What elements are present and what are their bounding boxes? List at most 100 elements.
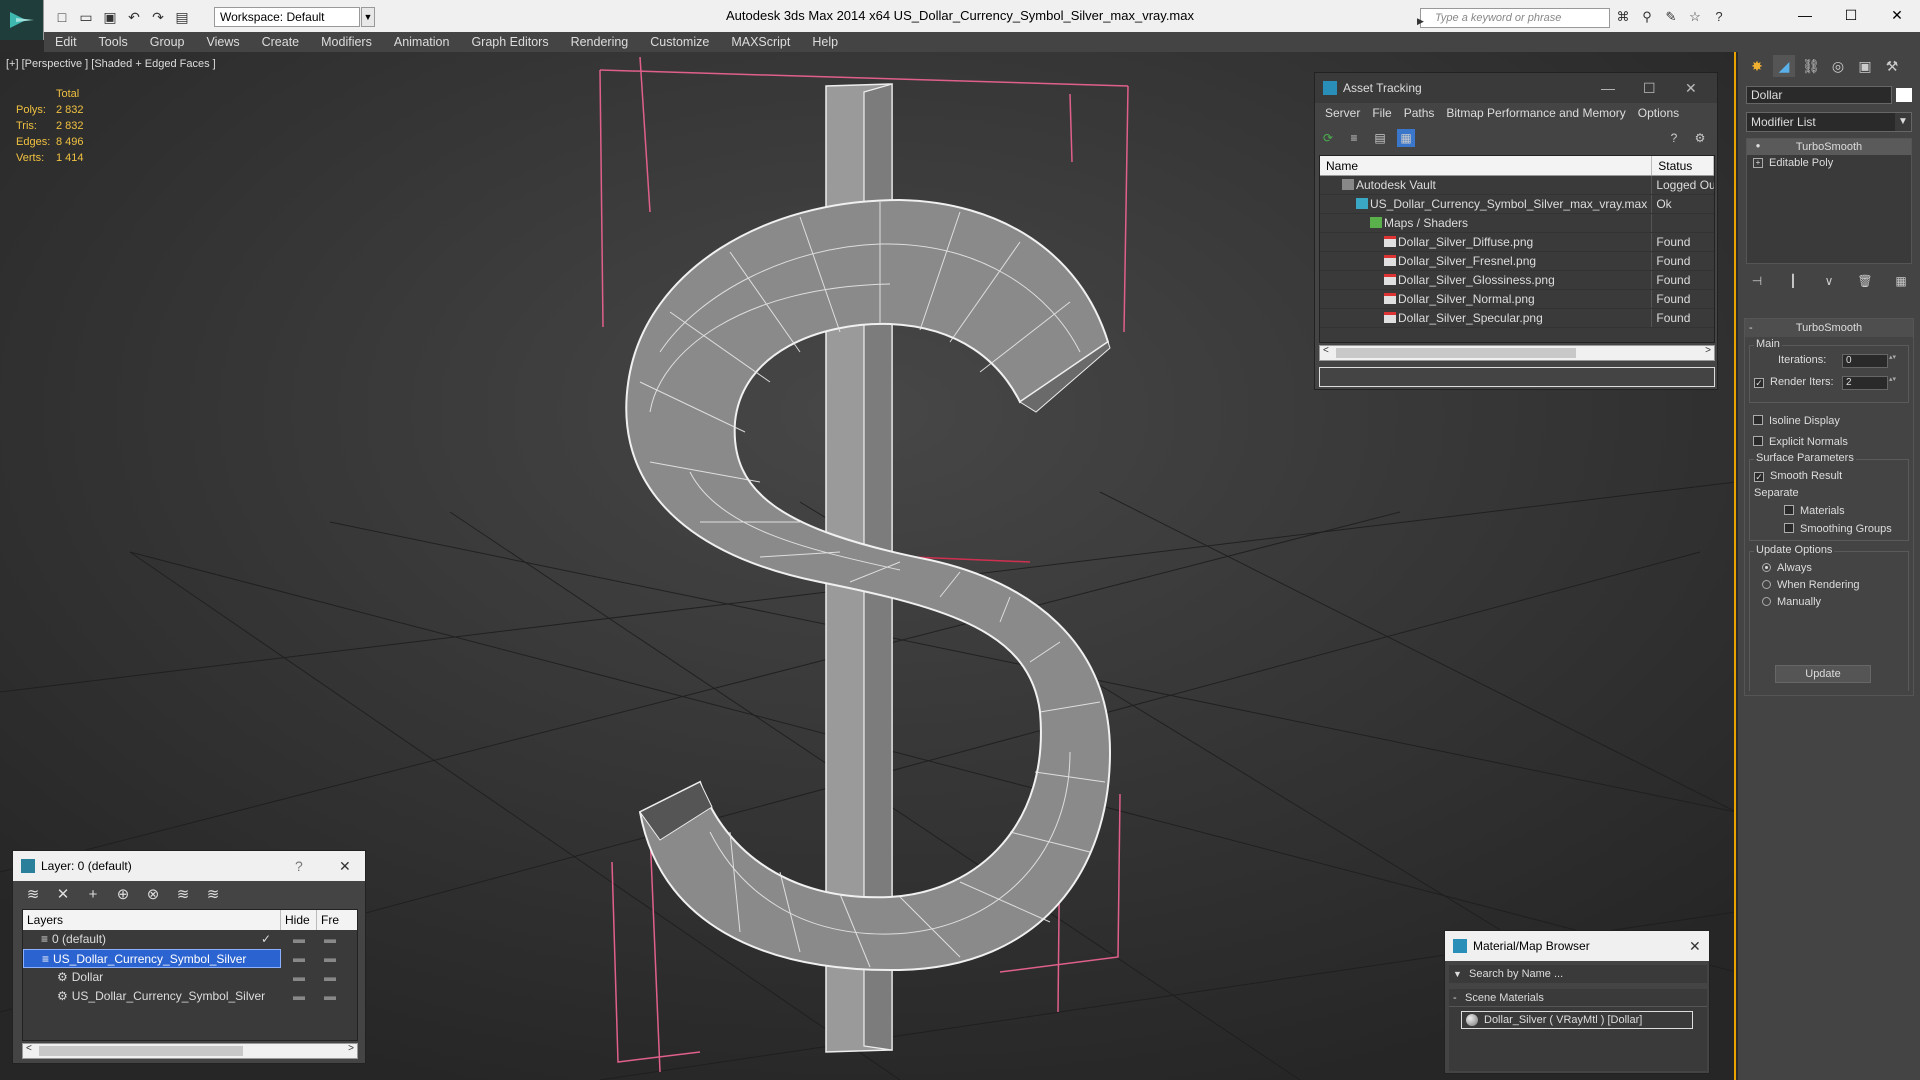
menu-maxscript[interactable]: MAXScript: [720, 32, 801, 52]
material-map-browser-window[interactable]: Material/Map Browser ✕ ▼ Search by Name …: [1444, 930, 1710, 1074]
menu-graph-editors[interactable]: Graph Editors: [460, 32, 559, 52]
collapse-minus-icon[interactable]: -: [1749, 319, 1753, 337]
manually-radio[interactable]: [1762, 597, 1771, 606]
table-row[interactable]: Dollar_Silver_Fresnel.png Found: [1320, 252, 1714, 271]
refresh-icon[interactable]: ⟳: [1319, 129, 1337, 147]
column-hide[interactable]: Hide: [281, 910, 317, 930]
help-button[interactable]: ?: [295, 851, 303, 881]
asset-path-field[interactable]: [1319, 367, 1715, 387]
help-icon[interactable]: ?: [1665, 129, 1683, 147]
context-help-icon[interactable]: ⚙: [1691, 129, 1709, 147]
remove-modifier-icon[interactable]: 🗑: [1854, 270, 1876, 292]
menu-create[interactable]: Create: [251, 32, 311, 52]
table-row[interactable]: Dollar_Silver_Diffuse.png Found: [1320, 233, 1714, 252]
create-tab-icon[interactable]: ✸: [1746, 55, 1768, 77]
freeze-toggle[interactable]: ▬: [317, 987, 343, 1006]
menu-animation[interactable]: Animation: [383, 32, 461, 52]
layer-titlebar[interactable]: Layer: 0 (default) ? ✕: [13, 851, 365, 881]
chevron-down-icon[interactable]: ▼: [1453, 965, 1462, 983]
menu-bitmap-performance[interactable]: Bitmap Performance and Memory: [1440, 106, 1631, 120]
menu-server[interactable]: Server: [1319, 106, 1366, 120]
make-unique-icon[interactable]: ∨: [1818, 270, 1840, 292]
hide-toggle[interactable]: ▬: [281, 968, 317, 987]
hide-toggle[interactable]: ▬: [281, 930, 317, 949]
delete-layer-icon[interactable]: ✕: [53, 885, 73, 905]
table-row[interactable]: Dollar_Silver_Normal.png Found: [1320, 290, 1714, 309]
add-to-layer-icon[interactable]: +: [83, 885, 103, 905]
hide-toggle[interactable]: ▬: [281, 987, 317, 1006]
layer-row[interactable]: ≡ US_Dollar_Currency_Symbol_Silver ▬ ▬: [23, 949, 357, 968]
list-view-icon[interactable]: ≡: [1345, 129, 1363, 147]
utilities-tab-icon[interactable]: ⚒: [1881, 55, 1903, 77]
column-layers[interactable]: Layers: [23, 910, 281, 930]
configure-sets-icon[interactable]: ▦: [1890, 270, 1912, 292]
table-row[interactable]: Dollar_Silver_Specular.png Found: [1320, 309, 1714, 328]
update-button[interactable]: Update: [1775, 665, 1871, 683]
menu-customize[interactable]: Customize: [639, 32, 720, 52]
smooth-result-checkbox[interactable]: ✓: [1754, 472, 1764, 482]
scroll-right-icon[interactable]: >: [348, 1043, 354, 1054]
select-layer-icon[interactable]: ⊕: [113, 885, 133, 905]
render-iters-checkbox[interactable]: ✓: [1754, 378, 1764, 388]
scroll-left-icon[interactable]: <: [26, 1043, 32, 1054]
isoline-checkbox[interactable]: [1753, 415, 1763, 425]
table-row[interactable]: Autodesk Vault Logged Ou: [1320, 176, 1714, 195]
layer-explorer-window[interactable]: Layer: 0 (default) ? ✕ ≋ ✕ + ⊕ ⊗ ≋ ≋ Lay…: [12, 850, 366, 1064]
table-row[interactable]: US_Dollar_Currency_Symbol_Silver_max_vra…: [1320, 195, 1714, 214]
scrollbar-thumb[interactable]: [1336, 348, 1576, 358]
freeze-all-icon[interactable]: ≋: [203, 885, 223, 905]
light-bulb-icon[interactable]: ●: [1753, 142, 1763, 152]
asset-tracking-window[interactable]: Asset Tracking — ☐ ✕ Server File Paths B…: [1314, 72, 1718, 390]
material-search-input[interactable]: ▼ Search by Name ...: [1449, 965, 1707, 983]
menu-edit[interactable]: Edit: [44, 32, 88, 52]
asset-tracking-titlebar[interactable]: Asset Tracking — ☐ ✕: [1315, 73, 1717, 103]
layer-row[interactable]: ⚙ Dollar ▬ ▬: [23, 968, 357, 987]
close-button[interactable]: ✕: [1874, 0, 1920, 30]
close-button[interactable]: ✕: [339, 851, 351, 881]
table-row[interactable]: Dollar_Silver_Glossiness.png Found: [1320, 271, 1714, 290]
table-row[interactable]: Maps / Shaders: [1320, 214, 1714, 233]
binoculars-icon[interactable]: ⌘: [1614, 8, 1632, 26]
scroll-left-icon[interactable]: <: [1323, 345, 1329, 356]
display-tab-icon[interactable]: ▣: [1854, 55, 1876, 77]
horizontal-scrollbar[interactable]: < >: [22, 1043, 358, 1059]
always-radio[interactable]: [1762, 563, 1771, 572]
render-iters-spinner[interactable]: 2: [1842, 376, 1899, 390]
expand-plus-icon[interactable]: +: [1753, 158, 1763, 168]
freeze-toggle[interactable]: ▬: [317, 930, 343, 949]
object-color-swatch[interactable]: [1896, 88, 1912, 102]
highlight-layer-icon[interactable]: ⊗: [143, 885, 163, 905]
scene-materials-category[interactable]: - Scene Materials: [1449, 989, 1707, 1007]
layer-row[interactable]: ≡ 0 (default) ✓ ▬ ▬: [23, 930, 357, 949]
hide-all-icon[interactable]: ≋: [173, 885, 193, 905]
when-rendering-radio[interactable]: [1762, 580, 1771, 589]
menu-help[interactable]: Help: [801, 32, 849, 52]
scrollbar-thumb[interactable]: [39, 1046, 243, 1056]
menu-file[interactable]: File: [1366, 106, 1397, 120]
menu-modifiers[interactable]: Modifiers: [310, 32, 383, 52]
column-freeze[interactable]: Fre: [317, 910, 343, 930]
favorites-star-icon[interactable]: ☆: [1686, 8, 1704, 26]
search-input[interactable]: ▶ Type a keyword or phrase: [1417, 8, 1610, 28]
close-button[interactable]: ✕: [1685, 73, 1697, 103]
show-end-result-icon[interactable]: ┃: [1782, 270, 1804, 292]
collapse-minus-icon[interactable]: -: [1453, 989, 1457, 1007]
create-layer-icon[interactable]: ≋: [23, 885, 43, 905]
minimize-button[interactable]: —: [1601, 73, 1615, 103]
layer-row[interactable]: ⚙ US_Dollar_Currency_Symbol_Silver ▬ ▬: [23, 987, 357, 1006]
explicit-normals-checkbox[interactable]: [1753, 436, 1763, 446]
freeze-toggle[interactable]: ▬: [317, 949, 343, 968]
material-item[interactable]: Dollar_Silver ( VRayMtl ) [Dollar]: [1461, 1011, 1693, 1029]
hierarchy-tab-icon[interactable]: ⛓: [1800, 55, 1822, 77]
object-name-field[interactable]: Dollar: [1746, 86, 1892, 104]
chevron-down-icon[interactable]: ▼: [1895, 113, 1911, 131]
communication-icon[interactable]: ✎: [1662, 8, 1680, 26]
menu-rendering[interactable]: Rendering: [560, 32, 640, 52]
menu-options[interactable]: Options: [1632, 106, 1685, 120]
modifier-list-dropdown[interactable]: Modifier List ▼: [1746, 112, 1912, 132]
maximize-button[interactable]: ☐: [1828, 0, 1874, 30]
subscription-icon[interactable]: ⚲: [1638, 8, 1656, 26]
stack-item-turbosmooth[interactable]: ● TurboSmooth: [1747, 139, 1911, 155]
menu-views[interactable]: Views: [195, 32, 250, 52]
stack-item-editable-poly[interactable]: + Editable Poly: [1747, 155, 1911, 171]
